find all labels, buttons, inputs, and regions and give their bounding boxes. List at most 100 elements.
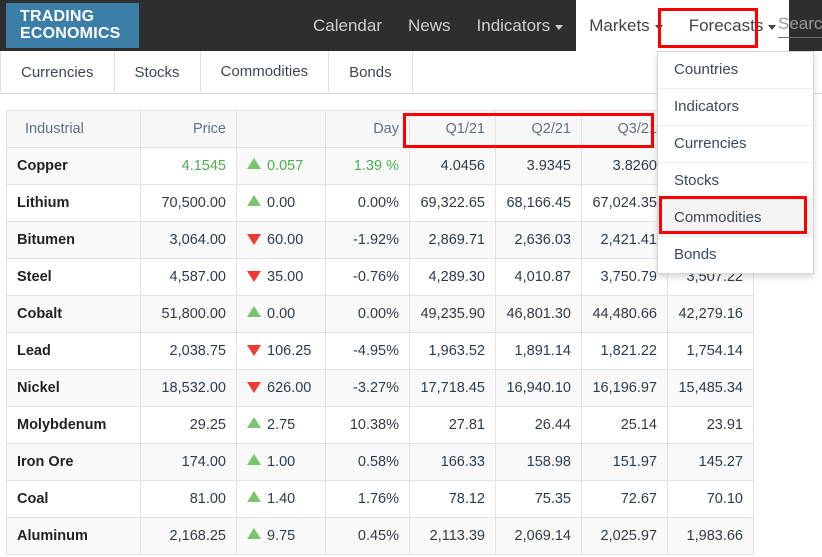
column-header-q2-21[interactable]: Q2/21	[495, 110, 582, 148]
forecast-q3: 151.97	[581, 443, 668, 481]
forecast-q2: 158.98	[495, 443, 582, 481]
commodity-name[interactable]: Steel	[6, 258, 141, 296]
price-value: 3,064.00	[140, 221, 237, 259]
commodity-name[interactable]: Lead	[6, 332, 141, 370]
tab-bonds[interactable]: Bonds	[329, 51, 413, 93]
commodity-name[interactable]: Iron Ore	[6, 443, 141, 481]
price-value: 2,168.25	[140, 517, 237, 555]
day-change-percent: -1.92%	[325, 221, 410, 259]
change-value: 9.75	[267, 528, 296, 544]
tab-label: Stocks	[134, 63, 180, 81]
commodity-name[interactable]: Aluminum	[6, 517, 141, 555]
forecast-q2: 68,166.45	[495, 184, 582, 222]
forecast-q1: 17,718.45	[409, 369, 496, 407]
search-box[interactable]	[778, 14, 822, 38]
logo-line-2: ECONOMICS	[20, 25, 121, 42]
forecast-q1: 4.0456	[409, 147, 496, 185]
arrow-up-icon	[247, 306, 261, 317]
table-row[interactable]: Aluminum 2,168.25 9.75 0.45% 2,113.39 2,069.1…	[6, 517, 754, 555]
commodity-name[interactable]: Bitumen	[6, 221, 141, 259]
dropdown-item-currencies[interactable]: Currencies	[658, 126, 813, 163]
table-row[interactable]: Iron Ore 174.00 1.00 0.58% 166.33 158.98 151.9…	[6, 443, 754, 481]
nav-item-forecasts[interactable]: Forecasts	[675, 0, 790, 51]
forecast-q3: 44,480.66	[581, 295, 668, 333]
change-cell: 2.75	[236, 406, 326, 444]
tab-currencies[interactable]: Currencies	[0, 51, 115, 93]
table-row[interactable]: Coal 81.00 1.40 1.76% 78.12 75.35 72.67 70.10	[6, 480, 754, 518]
table-row[interactable]: Cobalt 51,800.00 0.00 0.00% 49,235.90 46,801.…	[6, 295, 754, 333]
day-change-percent: 1.39 %	[325, 147, 410, 185]
commodity-name[interactable]: Lithium	[6, 184, 141, 222]
table-row[interactable]: Nickel 18,532.00 626.00 -3.27% 17,718.45 16,9…	[6, 369, 754, 407]
arrow-down-icon	[247, 382, 261, 393]
column-header-q3-21[interactable]: Q3/21	[581, 110, 668, 148]
commodity-name[interactable]: Cobalt	[6, 295, 141, 333]
forecast-q1: 27.81	[409, 406, 496, 444]
change-value: 1.40	[267, 491, 296, 507]
table-header-row: Industrial Price Day Q1/21 Q2/21 Q3/21	[6, 110, 754, 148]
forecast-q1: 2,869.71	[409, 221, 496, 259]
nav-item-indicators[interactable]: Indicators	[464, 0, 577, 51]
change-cell: 1.40	[236, 480, 326, 518]
nav-item-label: Calendar	[313, 15, 382, 35]
commodity-name[interactable]: Coal	[6, 480, 141, 518]
column-header-day[interactable]: Day	[325, 110, 410, 148]
commodity-name[interactable]: Molybdenum	[6, 406, 141, 444]
table-row[interactable]: Steel 4,587.00 35.00 -0.76% 4,289.30 4,010.87…	[6, 258, 754, 296]
day-change-percent: -3.27%	[325, 369, 410, 407]
nav-item-markets[interactable]: Markets	[576, 0, 676, 51]
change-value: 0.00	[267, 306, 296, 322]
forecast-q4: 15,485.34	[667, 369, 754, 407]
price-value: 4,587.00	[140, 258, 237, 296]
column-header-q1-21[interactable]: Q1/21	[409, 110, 496, 148]
tab-commodities[interactable]: Commodities	[200, 51, 330, 93]
forecast-q2: 3.9345	[495, 147, 582, 185]
commodities-table-wrapper: Industrial Price Day Q1/21 Q2/21 Q3/21 Copper…	[6, 110, 754, 555]
price-value: 18,532.00	[140, 369, 237, 407]
price-value: 2,038.75	[140, 332, 237, 370]
arrow-up-icon	[247, 158, 261, 169]
change-cell: 9.75	[236, 517, 326, 555]
tab-label: Bonds	[349, 63, 392, 81]
arrow-down-icon	[247, 234, 261, 245]
change-cell: 1.00	[236, 443, 326, 481]
dropdown-item-stocks[interactable]: Stocks	[658, 163, 813, 200]
price-value: 174.00	[140, 443, 237, 481]
change-cell: 0.057	[236, 147, 326, 185]
column-header-industrial[interactable]: Industrial	[6, 110, 141, 148]
dropdown-item-indicators[interactable]: Indicators	[658, 89, 813, 126]
tab-stocks[interactable]: Stocks	[114, 51, 201, 93]
arrow-up-icon	[247, 528, 261, 539]
arrow-up-icon	[247, 454, 261, 465]
nav-item-label: Indicators	[476, 15, 551, 35]
change-value: 0.057	[267, 158, 304, 174]
table-row[interactable]: Lithium 70,500.00 0.00 0.00% 69,322.65 68,166…	[6, 184, 754, 222]
dropdown-item-commodities[interactable]: Commodities	[658, 200, 813, 237]
commodity-name[interactable]: Nickel	[6, 369, 141, 407]
commodity-name[interactable]: Copper	[6, 147, 141, 185]
table-row[interactable]: Lead 2,038.75 106.25 -4.95% 1,963.52 1,891.14…	[6, 332, 754, 370]
forecast-q1: 78.12	[409, 480, 496, 518]
tab-label: Currencies	[21, 63, 94, 81]
change-cell: 626.00	[236, 369, 326, 407]
table-row[interactable]: Copper 4.1545 0.057 1.39 % 4.0456 3.9345 3.826…	[6, 147, 754, 185]
search-input[interactable]	[778, 14, 822, 38]
table-row[interactable]: Bitumen 3,064.00 60.00 -1.92% 2,869.71 2,636.…	[6, 221, 754, 259]
price-value: 29.25	[140, 406, 237, 444]
dropdown-item-countries[interactable]: Countries	[658, 52, 813, 89]
column-header-blank-2[interactable]	[236, 110, 326, 148]
dropdown-item-bonds[interactable]: Bonds	[658, 237, 813, 273]
forecasts-dropdown-menu: Countries Indicators Currencies Stocks Commo…	[657, 51, 814, 274]
arrow-up-icon	[247, 417, 261, 428]
forecast-q3: 16,196.97	[581, 369, 668, 407]
nav-item-calendar[interactable]: Calendar	[300, 0, 395, 51]
change-cell: 35.00	[236, 258, 326, 296]
forecast-q2: 46,801.30	[495, 295, 582, 333]
nav-item-news[interactable]: News	[395, 0, 464, 51]
site-logo[interactable]: TRADING ECONOMICS	[6, 3, 139, 48]
column-header-price[interactable]: Price	[140, 110, 237, 148]
table-row[interactable]: Molybdenum 29.25 2.75 10.38% 27.81 26.44 25.14…	[6, 406, 754, 444]
forecast-q2: 1,891.14	[495, 332, 582, 370]
chevron-down-icon	[768, 25, 777, 30]
forecast-q3: 3,750.79	[581, 258, 668, 296]
